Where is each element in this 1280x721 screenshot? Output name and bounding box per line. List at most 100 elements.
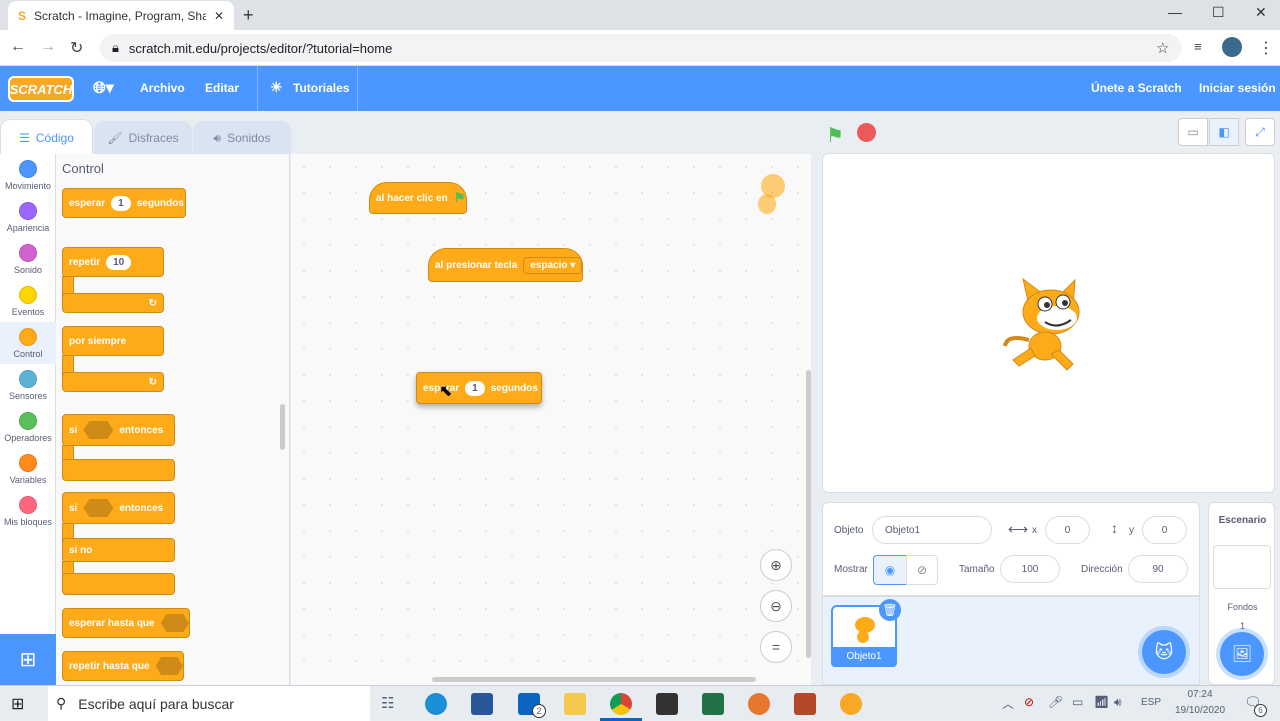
battery-icon[interactable]: ▭ (1072, 695, 1083, 709)
block-when-flag-clicked[interactable]: al hacer clic en ⚑ (369, 182, 467, 214)
category-sonido[interactable]: Sonido (0, 238, 56, 280)
menu-tutoriales[interactable]: Tutoriales (293, 81, 349, 95)
hide-eye-button[interactable]: ⊘ (906, 555, 938, 585)
condition-slot[interactable] (83, 499, 114, 517)
profile-avatar[interactable] (1222, 37, 1242, 57)
tab-code[interactable]: ☰ Código (0, 119, 93, 155)
join-scratch-link[interactable]: Únete a Scratch (1091, 81, 1182, 95)
condition-slot[interactable] (83, 421, 114, 439)
reload-icon[interactable]: ↻ (70, 38, 83, 58)
file-explorer-icon[interactable] (564, 693, 586, 715)
sprite-name-input[interactable]: Objeto1 (872, 516, 992, 544)
scratch-app-icon[interactable] (840, 693, 862, 715)
block-when-key-pressed[interactable]: al presionar tecla espacio ▾ (428, 248, 583, 282)
media-control-icon[interactable]: ≡ (1194, 39, 1202, 54)
workspace-h-scrollbar[interactable] (432, 677, 756, 682)
url-field[interactable]: 🔒︎ scratch.mit.edu/projects/editor/?tuto… (100, 34, 1182, 62)
add-extension-button[interactable]: ⊞ (0, 634, 56, 685)
bookmark-star-icon[interactable]: ☆ (1156, 39, 1169, 57)
stop-button[interactable] (857, 123, 876, 142)
maximize-button[interactable]: ☐ (1212, 4, 1225, 21)
wifi-icon[interactable]: 📶︎ (1094, 695, 1109, 709)
block-repeat-until[interactable]: repetir hasta que (62, 651, 184, 681)
normal-stage-button[interactable]: ◧ (1209, 118, 1239, 146)
back-icon[interactable]: ← (10, 38, 26, 56)
category-operadores[interactable]: Operadores (0, 406, 56, 448)
category-mis-bloques[interactable]: Mis bloques (0, 490, 56, 532)
sign-in-link[interactable]: Iniciar sesión (1199, 81, 1276, 95)
new-tab-button[interactable]: + (243, 5, 254, 26)
sprite-cat-corner-icon (758, 174, 785, 214)
delete-sprite-icon[interactable]: 🗑︎ (879, 599, 901, 621)
minimize-button[interactable]: — (1168, 4, 1182, 20)
x-input[interactable]: 0 (1045, 516, 1090, 544)
block-forever[interactable]: por siempre (62, 326, 164, 356)
excel-icon[interactable] (702, 693, 724, 715)
scratch-logo[interactable]: SCRATCH (8, 76, 74, 102)
zoom-in-button[interactable]: ⊕ (760, 549, 792, 581)
fullscreen-button[interactable]: ⤢ (1245, 118, 1275, 146)
taskbar-search-box[interactable]: ⚲ Escribe aquí para buscar (48, 686, 370, 721)
app-paw-icon[interactable] (748, 693, 770, 715)
clock-time[interactable]: 07:24 (1168, 689, 1232, 700)
green-flag-button[interactable]: ⚑ (826, 123, 844, 148)
category-variables[interactable]: Variables (0, 448, 56, 490)
show-eye-button[interactable]: ◉ (873, 555, 907, 585)
block-input[interactable]: 1 (111, 195, 131, 211)
tab-costumes[interactable]: 🖌︎ Disfraces (94, 121, 192, 155)
block-if-else[interactable]: si entonces (62, 492, 175, 524)
menu-archivo[interactable]: Archivo (140, 81, 185, 95)
small-stage-button[interactable]: ▭ (1178, 118, 1208, 146)
y-input[interactable]: 0 (1142, 516, 1187, 544)
word-icon[interactable] (471, 693, 493, 715)
scratch-cat-sprite[interactable] (1001, 274, 1097, 374)
zoom-out-button[interactable]: ⊖ (760, 590, 792, 622)
category-sensores[interactable]: Sensores (0, 364, 56, 406)
windows-start-icon[interactable]: ⊞ (11, 694, 24, 714)
menu-dots-icon[interactable]: ⋮ (1258, 38, 1274, 58)
close-tab-icon[interactable]: ✕ (214, 9, 224, 23)
category-movimiento[interactable]: Movimiento (0, 154, 56, 196)
chrome-icon[interactable] (610, 693, 632, 715)
add-sprite-button[interactable]: 🐱︎ (1142, 630, 1186, 674)
close-window-button[interactable]: ✕ (1255, 4, 1267, 21)
tray-app-icon[interactable]: ⊘ (1024, 695, 1034, 709)
add-backdrop-button[interactable]: 🖼︎ (1220, 632, 1264, 676)
language-globe-icon[interactable]: 🌐︎▾ (93, 78, 114, 98)
code-workspace[interactable]: al hacer clic en ⚑ al presionar tecla esp… (291, 154, 811, 685)
backdrop-thumbnail[interactable] (1213, 545, 1271, 589)
access-icon[interactable] (794, 693, 816, 715)
browser-tab[interactable]: S Scratch - Imagine, Program, Shar ✕ (8, 1, 234, 30)
condition-slot[interactable] (155, 657, 183, 675)
block-input[interactable]: 1 (465, 380, 485, 396)
microphone-icon[interactable]: 🎤︎ (1048, 695, 1063, 709)
task-view-icon[interactable]: ☷ (381, 694, 394, 712)
volume-icon[interactable]: 🔊︎ (1114, 695, 1122, 710)
category-control[interactable]: Control (0, 322, 56, 364)
tab-sounds[interactable]: 🔊︎ Sonidos (193, 121, 291, 155)
key-dropdown[interactable]: espacio ▾ (523, 256, 583, 274)
forward-icon[interactable]: → (40, 38, 56, 56)
workspace-v-scrollbar[interactable] (806, 370, 811, 658)
block-if[interactable]: si entonces (62, 414, 175, 446)
store-icon[interactable] (656, 693, 678, 715)
category-eventos[interactable]: Eventos (0, 280, 56, 322)
edge-icon[interactable] (425, 693, 447, 715)
palette-scrollbar[interactable] (280, 404, 285, 450)
block-wait[interactable]: esperar 1 segundos (62, 188, 186, 218)
language-indicator[interactable]: ESP (1141, 697, 1161, 708)
block-wait-until[interactable]: esperar hasta que (62, 608, 190, 638)
zoom-reset-button[interactable]: = (760, 631, 792, 663)
stage-canvas[interactable] (822, 153, 1275, 493)
mostrar-label: Mostrar (834, 564, 868, 575)
block-wait-dragging[interactable]: esperar 1 segundos (416, 372, 542, 404)
tray-chevron-icon[interactable]: ︿ (1002, 695, 1014, 712)
category-apariencia[interactable]: Apariencia (0, 196, 56, 238)
block-repeat[interactable]: repetir 10 (62, 247, 164, 277)
block-input[interactable]: 10 (106, 254, 132, 270)
direction-input[interactable]: 90 (1128, 555, 1188, 583)
condition-slot[interactable] (160, 614, 189, 632)
size-input[interactable]: 100 (1000, 555, 1060, 583)
clock-date[interactable]: 19/10/2020 (1168, 705, 1232, 716)
menu-editar[interactable]: Editar (205, 81, 239, 95)
